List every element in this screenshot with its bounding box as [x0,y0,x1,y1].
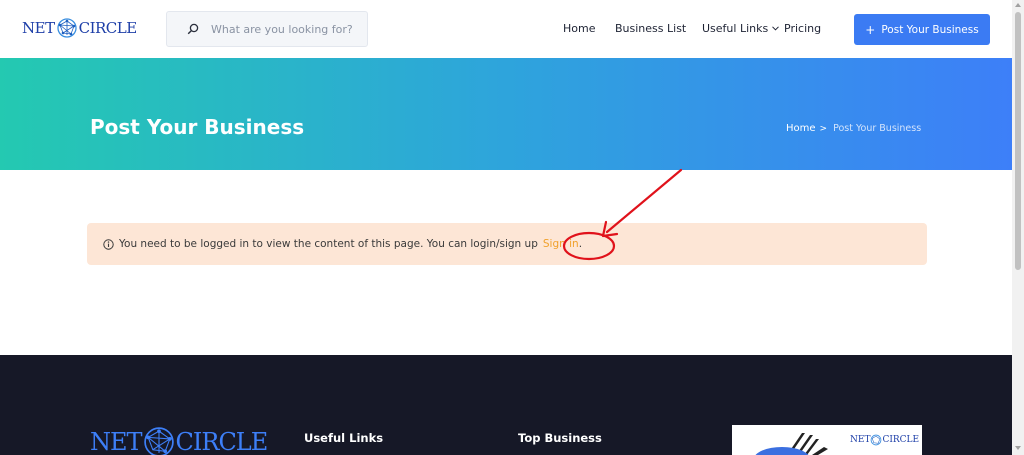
site-header: NET CIRCLE Home Business List Useful Lin… [0,0,1012,58]
breadcrumb: Home > Post Your Business [786,123,921,134]
scroll-up-arrow-icon[interactable] [1015,3,1021,7]
login-required-notice: You need to be logged in to view the con… [87,223,927,265]
footer-logo[interactable]: NET CIRCLE [90,425,269,455]
chevron-down-icon [772,26,780,31]
scrollbar-thumb[interactable] [1015,12,1021,270]
logo-text-right: CIRCLE [78,19,138,37]
globe-network-icon [56,18,77,38]
nav-business-list[interactable]: Business List [615,22,686,35]
breadcrumb-current: Post Your Business [833,123,922,134]
search-icon[interactable] [187,22,201,36]
info-icon [103,238,114,250]
nav-useful-links-label: Useful Links [702,22,769,35]
nav-home[interactable]: Home [563,22,595,35]
site-footer: NET CIRCLE Useful Links Top Business NET [0,355,1012,455]
vertical-scrollbar[interactable] [1012,0,1024,455]
post-business-label: Post Your Business [881,23,979,36]
breadcrumb-separator: > [819,123,828,134]
page-title: Post Your Business [90,115,305,139]
nav-useful-links[interactable]: Useful Links [702,22,780,35]
card-logo-left: NET [850,435,871,445]
card-logo-right: CIRCLE [882,435,920,445]
footer-logo-left: NET [90,428,143,455]
globe-network-icon [143,427,174,455]
page: NET CIRCLE Home Business List Useful Lin… [0,0,1024,455]
plus-icon: + [865,22,876,37]
notice-period: . [578,238,583,250]
nav-pricing[interactable]: Pricing [784,22,821,35]
globe-network-icon [871,434,882,446]
sign-in-link[interactable]: Sign in [543,238,579,250]
search-bar [166,11,368,47]
footer-top-business-heading: Top Business [518,431,602,445]
site-logo[interactable]: NET CIRCLE [22,14,137,42]
footer-useful-links-heading: Useful Links [304,431,384,445]
notice-message: You need to be logged in to view the con… [119,238,538,250]
post-business-button[interactable]: + Post Your Business [854,14,990,45]
page-hero-banner: Post Your Business Home > Post Your Busi… [0,58,1012,170]
logo-text-left: NET [22,19,55,37]
promo-card-logo: NET CIRCLE [850,434,919,446]
footer-logo-right: CIRCLE [175,428,269,455]
footer-promo-image[interactable]: NET CIRCLE [732,425,922,455]
search-input[interactable] [211,22,361,36]
breadcrumb-home[interactable]: Home [786,123,816,134]
scroll-down-arrow-icon[interactable] [1015,446,1021,450]
